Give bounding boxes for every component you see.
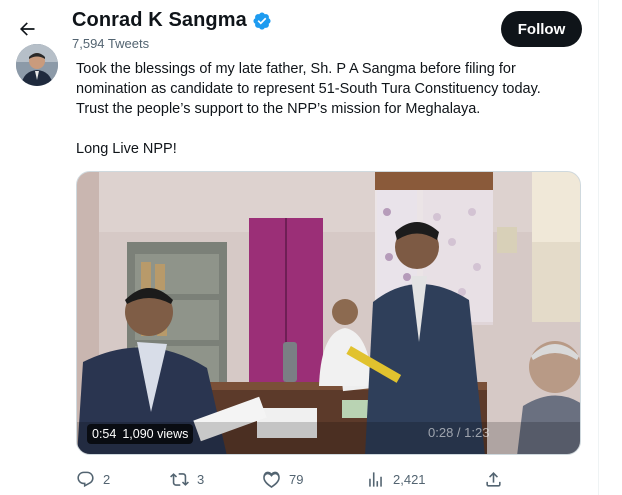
like-icon (263, 471, 280, 488)
like-button[interactable]: 79 (262, 470, 303, 489)
retweet-count: 3 (197, 471, 205, 487)
verified-badge-icon (253, 11, 271, 30)
views-count: 2,421 (393, 471, 426, 487)
video-frame (77, 172, 580, 454)
video-duration: 0:54 (92, 427, 117, 441)
tweet-line: Took the blessings of my late father, Sh… (76, 61, 516, 77)
back-arrow-icon (20, 22, 35, 36)
reply-count: 2 (103, 471, 111, 487)
video-timestamp: 0:28 / 1:23 (428, 425, 490, 440)
views-icon (369, 471, 382, 487)
reply-button[interactable]: 2 (76, 470, 110, 489)
tweet-video[interactable] (76, 171, 581, 455)
profile-name[interactable]: Conrad K Sangma (72, 9, 247, 32)
follow-button[interactable]: Follow (501, 11, 582, 47)
tweets-count: 7,594 Tweets (72, 36, 150, 51)
share-icon (486, 471, 501, 487)
tweet-line: nomination as candidate to represent 51-… (76, 81, 541, 97)
retweet-icon (170, 472, 189, 486)
avatar[interactable] (16, 44, 58, 86)
tweet-line: Trust the people’s support to the NPP’s … (76, 101, 481, 117)
views-button[interactable]: 2,421 (366, 470, 426, 489)
column-divider (598, 0, 599, 495)
retweet-button[interactable]: 3 (170, 470, 204, 489)
tweet-text: Took the blessings of my late father, Sh… (76, 59, 586, 159)
video-views: 1,090 views (122, 427, 189, 441)
tweet-actions: 2 3 79 2,421 (76, 468, 581, 490)
like-count: 79 (289, 471, 304, 487)
share-button[interactable] (484, 470, 503, 489)
video-info-badge: 0:54 1,090 views (87, 424, 194, 444)
tweet-line: Long Live NPP! (76, 141, 177, 157)
back-button[interactable] (12, 14, 42, 44)
reply-icon (77, 471, 94, 487)
profile-header: Conrad K Sangma (72, 9, 272, 32)
